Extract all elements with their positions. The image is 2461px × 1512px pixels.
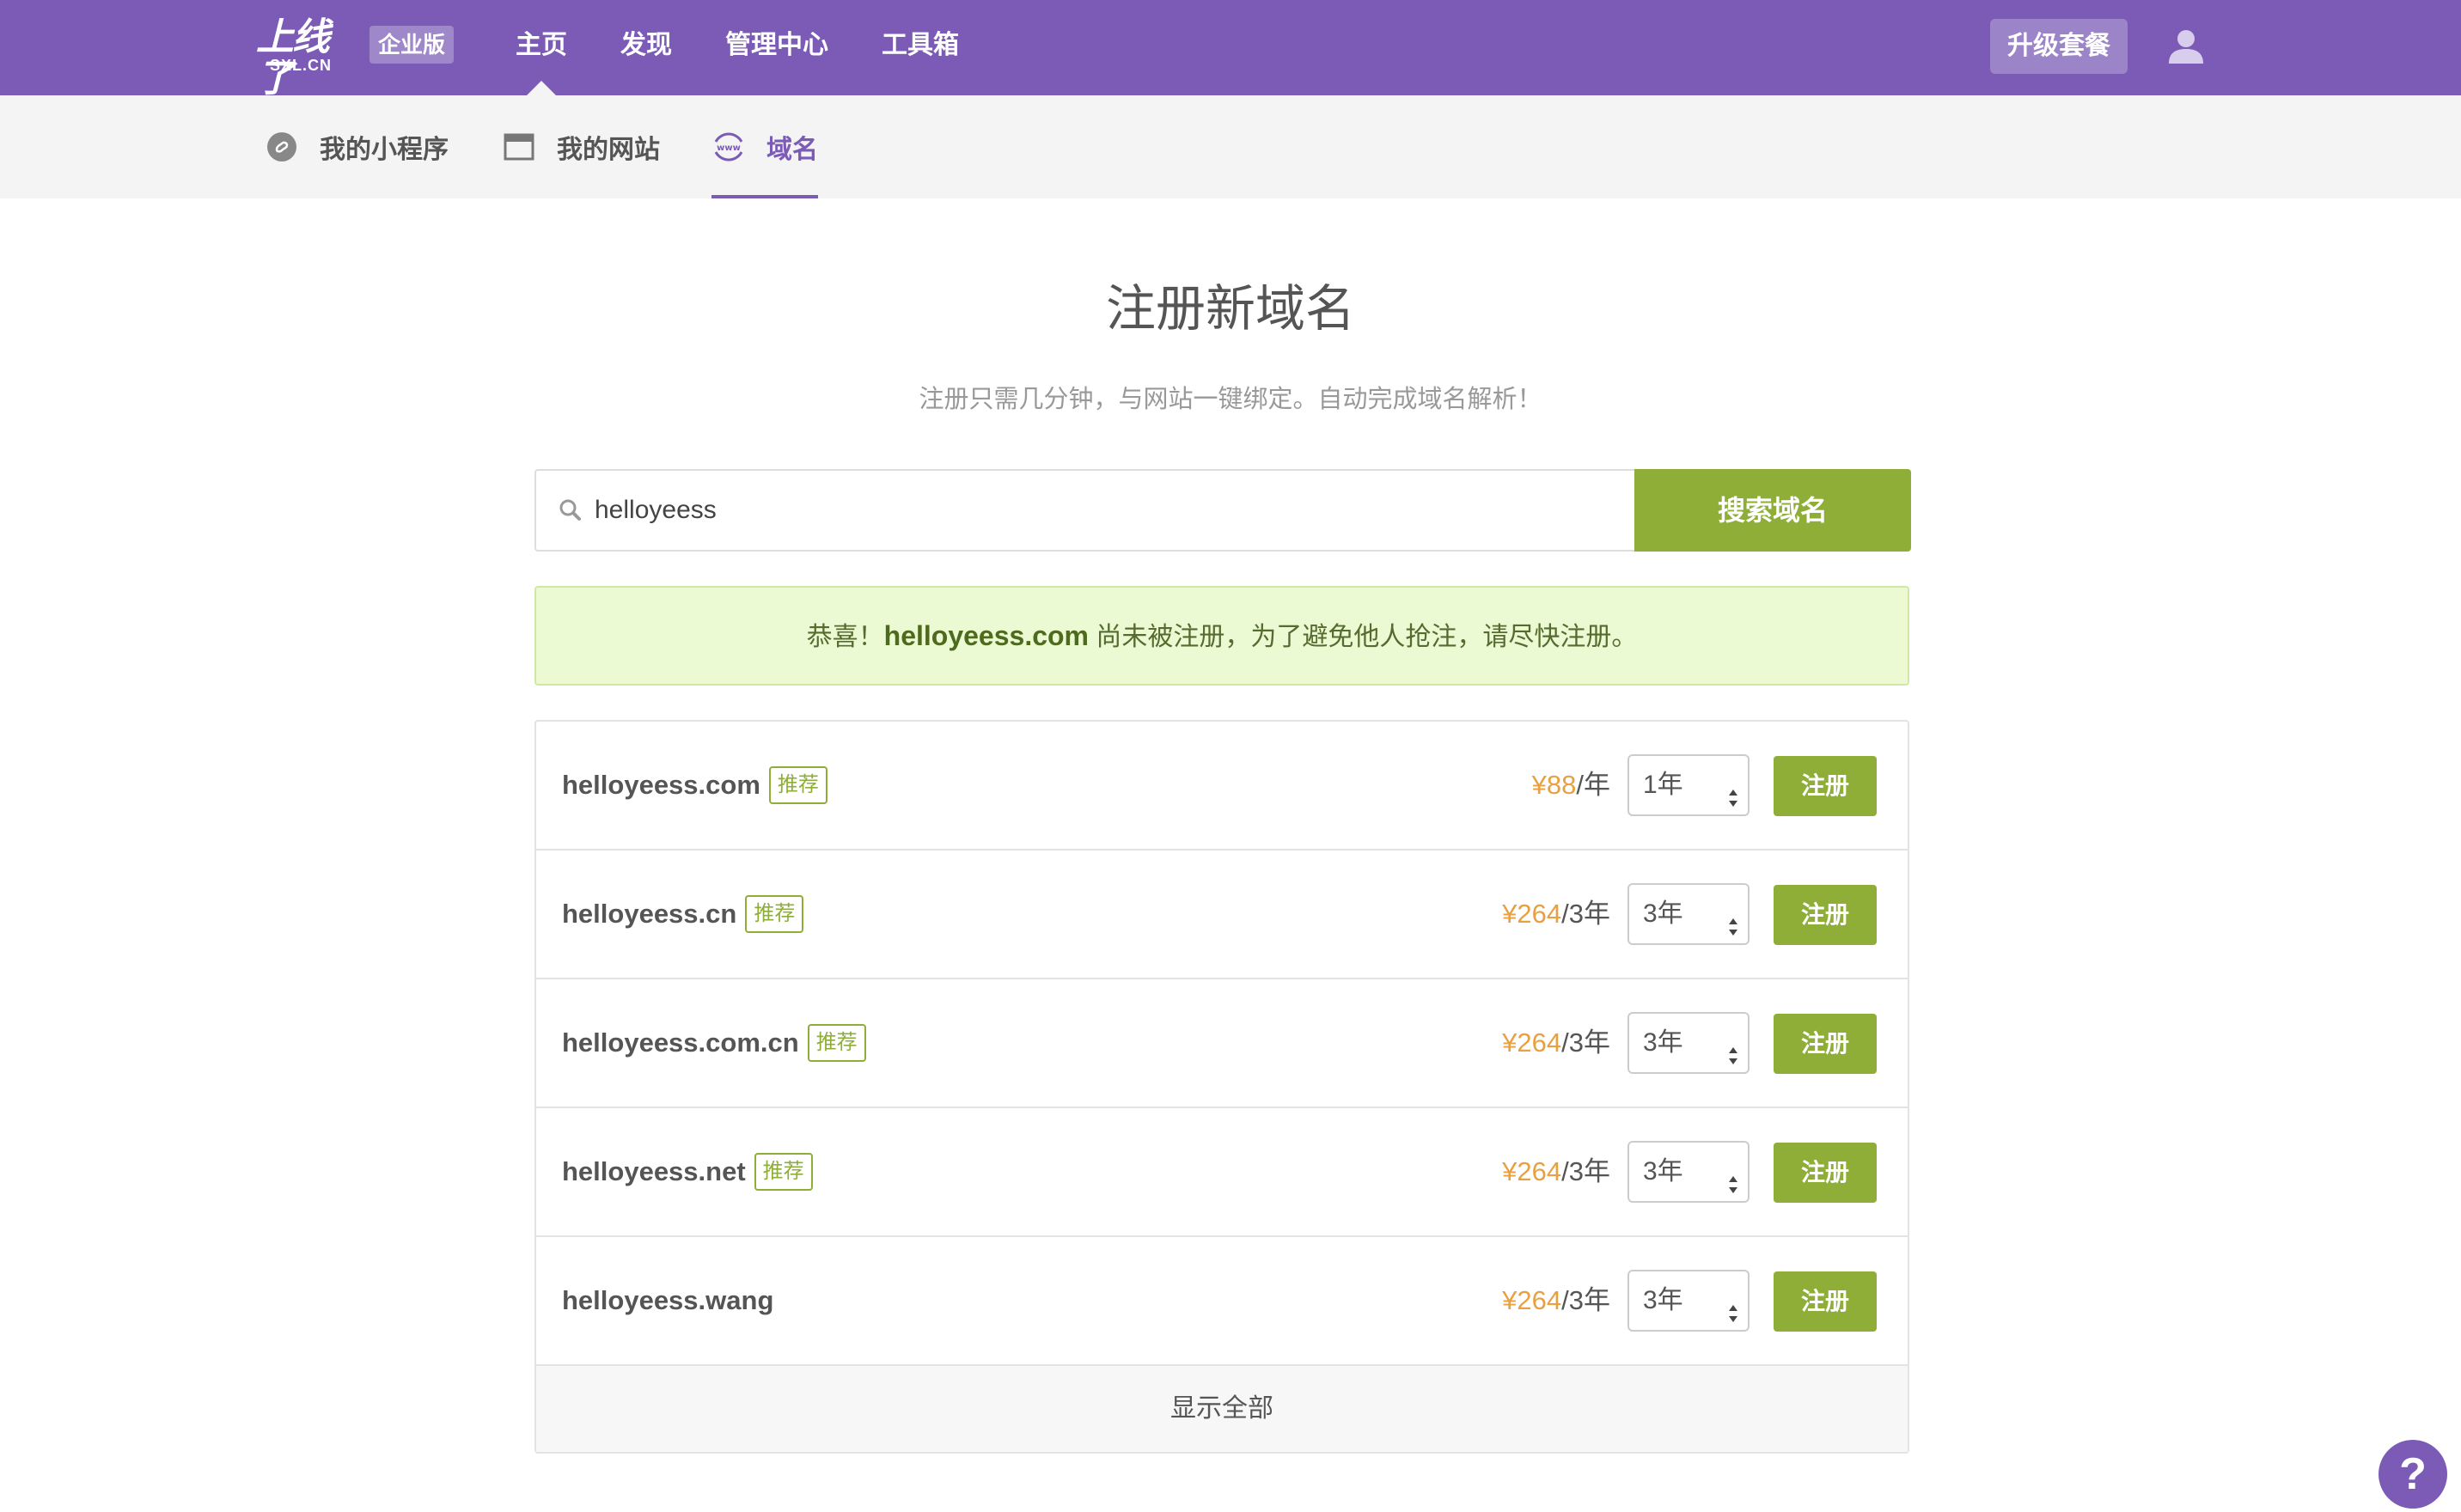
price-unit: /3年: [1561, 1156, 1610, 1186]
svg-text:www: www: [717, 143, 741, 153]
notice-domain: helloyeess.com: [883, 620, 1089, 651]
register-button[interactable]: 注册: [1774, 885, 1877, 945]
select-arrows-icon: [1727, 1160, 1739, 1193]
domain-price: ¥88/年: [1532, 722, 1610, 849]
domain-price: ¥264/3年: [1502, 1237, 1610, 1364]
price-unit: /3年: [1561, 899, 1610, 929]
price-unit: /年: [1576, 770, 1610, 800]
user-icon[interactable]: [2165, 26, 2207, 67]
domain-row: helloyeess.net 推荐 ¥264/3年 3年 注册: [536, 1108, 1908, 1237]
price-amount: ¥264: [1502, 899, 1562, 929]
domain-row: helloyeess.com.cn 推荐 ¥264/3年 3年 注册: [536, 979, 1908, 1108]
period-select[interactable]: 3年: [1627, 1012, 1750, 1074]
select-arrows-icon: [1727, 1289, 1739, 1322]
www-icon: www: [711, 130, 746, 164]
select-arrows-icon: [1727, 1031, 1739, 1064]
domain-search-input[interactable]: [595, 471, 1626, 550]
period-value: 3年: [1643, 1286, 1683, 1314]
recommend-tag: 推荐: [768, 766, 827, 804]
nav-home[interactable]: 主页: [516, 0, 567, 95]
search-domain-button[interactable]: 搜索域名: [1634, 469, 1911, 552]
register-button[interactable]: 注册: [1774, 756, 1877, 816]
mini-program-icon: [265, 130, 299, 164]
domain-name: helloyeess.com.cn: [562, 1027, 799, 1058]
subnav-label: 域名: [766, 136, 818, 164]
recommend-tag: 推荐: [754, 1153, 813, 1191]
domain-price: ¥264/3年: [1502, 1108, 1610, 1235]
select-arrows-icon: [1727, 773, 1739, 807]
subnav-label: 我的网站: [557, 136, 660, 164]
domain-results-list: helloyeess.com 推荐 ¥88/年 1年 注册 helloyeess.…: [534, 720, 1909, 1454]
website-icon: [502, 130, 536, 164]
main-nav: 主页 发现 管理中心 工具箱: [516, 0, 1012, 95]
nav-discover[interactable]: 发现: [620, 0, 672, 95]
domain-row: helloyeess.com 推荐 ¥88/年 1年 注册: [536, 722, 1908, 850]
register-button[interactable]: 注册: [1774, 1014, 1877, 1074]
availability-notice: 恭喜！helloyeess.com 尚未被注册，为了避免他人抢注，请尽快注册。: [534, 586, 1909, 686]
price-amount: ¥264: [1502, 1027, 1562, 1058]
recommend-tag: 推荐: [807, 1024, 866, 1062]
register-button[interactable]: 注册: [1774, 1271, 1877, 1332]
period-select[interactable]: 3年: [1627, 883, 1750, 945]
subnav-label: 我的小程序: [320, 136, 449, 164]
domain-name: helloyeess.cn: [562, 899, 737, 929]
logo-subtext: SXL.CN: [270, 57, 333, 74]
price-amount: ¥264: [1502, 1156, 1562, 1186]
domain-name: helloyeess.com: [562, 770, 760, 800]
domain-price: ¥264/3年: [1502, 850, 1610, 978]
period-value: 1年: [1643, 771, 1683, 799]
period-value: 3年: [1643, 1028, 1683, 1057]
price-amount: ¥264: [1502, 1285, 1562, 1315]
recommend-tag: 推荐: [745, 895, 804, 933]
search-icon: [555, 495, 586, 526]
domain-name: helloyeess.wang: [562, 1285, 774, 1315]
sub-navbar: 我的小程序 我的网站 www 域名: [0, 95, 2461, 198]
period-select[interactable]: 3年: [1627, 1270, 1750, 1332]
domain-row: helloyeess.wang ¥264/3年 3年 注册: [536, 1237, 1908, 1366]
upgrade-button[interactable]: 升级套餐: [1990, 19, 2128, 74]
price-unit: /3年: [1561, 1285, 1610, 1315]
nav-toolbox[interactable]: 工具箱: [882, 0, 959, 95]
domain-price: ¥264/3年: [1502, 979, 1610, 1107]
help-button[interactable]: ?: [2379, 1440, 2447, 1509]
top-navbar: 上线了 SXL.CN 企业版 主页 发现 管理中心 工具箱 升级套餐: [0, 0, 2461, 100]
notice-prefix: 恭喜！: [806, 623, 884, 651]
register-button[interactable]: 注册: [1774, 1143, 1877, 1203]
period-value: 3年: [1643, 1157, 1683, 1186]
page-title: 注册新域名: [1105, 281, 1355, 337]
domain-name: helloyeess.net: [562, 1156, 746, 1186]
price-unit: /3年: [1561, 1027, 1610, 1058]
edition-badge: 企业版: [369, 26, 455, 64]
period-value: 3年: [1643, 899, 1683, 928]
logo[interactable]: 上线了 SXL.CN: [256, 17, 359, 100]
subnav-mini-program[interactable]: 我的小程序: [265, 95, 449, 198]
show-all-button[interactable]: 显示全部: [536, 1366, 1908, 1452]
subnav-domain[interactable]: www 域名: [711, 95, 818, 198]
period-select[interactable]: 1年: [1627, 754, 1750, 816]
period-select[interactable]: 3年: [1627, 1141, 1750, 1203]
select-arrows-icon: [1727, 902, 1739, 936]
nav-management[interactable]: 管理中心: [725, 0, 828, 95]
price-amount: ¥88: [1531, 770, 1577, 800]
notice-suffix: 尚未被注册，为了避免他人抢注，请尽快注册。: [1089, 623, 1638, 651]
subnav-website[interactable]: 我的网站: [502, 95, 660, 198]
domain-row: helloyeess.cn 推荐 ¥264/3年 3年 注册: [536, 850, 1908, 979]
domain-search-bar: 搜索域名: [534, 469, 1911, 552]
page-subtitle: 注册只需几分钟，与网站一键绑定。自动完成域名解析！: [919, 386, 1542, 413]
